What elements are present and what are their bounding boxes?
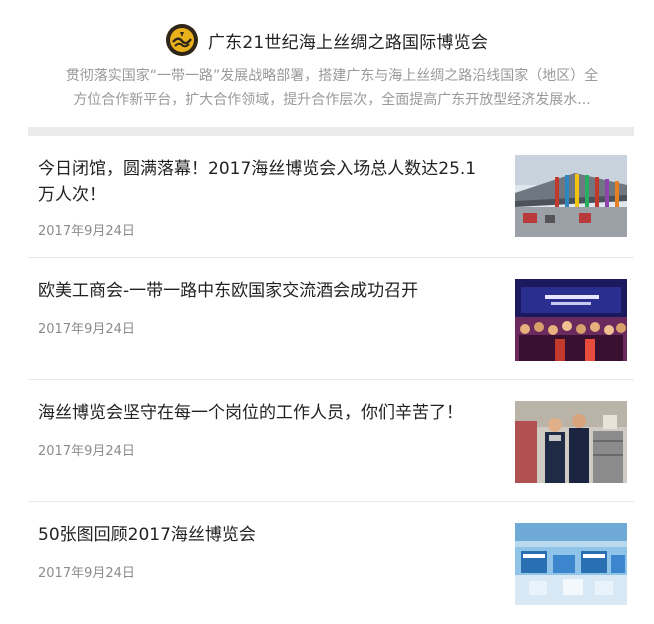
article-date: 2017年9月24日 bbox=[38, 566, 135, 581]
article-title-line: 今日闭馆，圆满落幕！2017海丝博览会入场总人数达25.1 bbox=[38, 159, 477, 179]
article-title-line: 50张图回顾2017海丝博览会 bbox=[38, 525, 256, 545]
section-divider bbox=[28, 127, 634, 136]
article-item[interactable]: 50张图回顾2017海丝博览会 2017年9月24日 bbox=[28, 502, 634, 624]
article-date: 2017年9月24日 bbox=[38, 444, 135, 459]
description-line: 方位合作新平台，扩大合作领域，提升合作层次，全面提高广东开放型经济发展水... bbox=[73, 92, 591, 108]
article-title[interactable]: 海丝博览会坚守在每一个岗位的工作人员，你们辛苦了！ bbox=[38, 400, 508, 426]
reception-crowd-photo[interactable] bbox=[515, 279, 627, 361]
account-description: 贯彻落实国家“一带一路”发展战略部署，搭建广东与海上丝绸之路沿线国家（地区）全 … bbox=[44, 64, 620, 112]
article-title-line: 欧美工商会-一带一路中东欧国家交流酒会成功召开 bbox=[38, 281, 419, 301]
exhibition-hall-photo[interactable] bbox=[515, 523, 627, 605]
article-title[interactable]: 欧美工商会-一带一路中东欧国家交流酒会成功召开 bbox=[38, 278, 508, 304]
venue-entrance-photo[interactable] bbox=[515, 155, 627, 237]
article-title[interactable]: 50张图回顾2017海丝博览会 bbox=[38, 522, 508, 548]
staff-police-photo[interactable] bbox=[515, 401, 627, 483]
article-date: 2017年9月24日 bbox=[38, 224, 135, 239]
article-item[interactable]: 今日闭馆，圆满落幕！2017海丝博览会入场总人数达25.1 万人次！ 2017年… bbox=[28, 136, 634, 258]
article-title-line: 海丝博览会坚守在每一个岗位的工作人员，你们辛苦了！ bbox=[38, 403, 463, 423]
article-title-line: 万人次！ bbox=[38, 185, 106, 205]
article-item[interactable]: 海丝博览会坚守在每一个岗位的工作人员，你们辛苦了！ 2017年9月24日 bbox=[28, 380, 634, 502]
account-name[interactable]: 广东21世纪海上丝绸之路国际博览会 bbox=[208, 28, 488, 53]
article-title[interactable]: 今日闭馆，圆满落幕！2017海丝博览会入场总人数达25.1 万人次！ bbox=[38, 156, 508, 208]
expo-logo-icon[interactable] bbox=[165, 24, 198, 56]
description-line: 贯彻落实国家“一带一路”发展战略部署，搭建广东与海上丝绸之路沿线国家（地区）全 bbox=[65, 68, 599, 84]
article-date: 2017年9月24日 bbox=[38, 322, 135, 337]
account-header: 广东21世纪海上丝绸之路国际博览会 贯彻落实国家“一带一路”发展战略部署，搭建广… bbox=[0, 0, 654, 130]
article-item[interactable]: 欧美工商会-一带一路中东欧国家交流酒会成功召开 2017年9月24日 bbox=[28, 258, 634, 380]
